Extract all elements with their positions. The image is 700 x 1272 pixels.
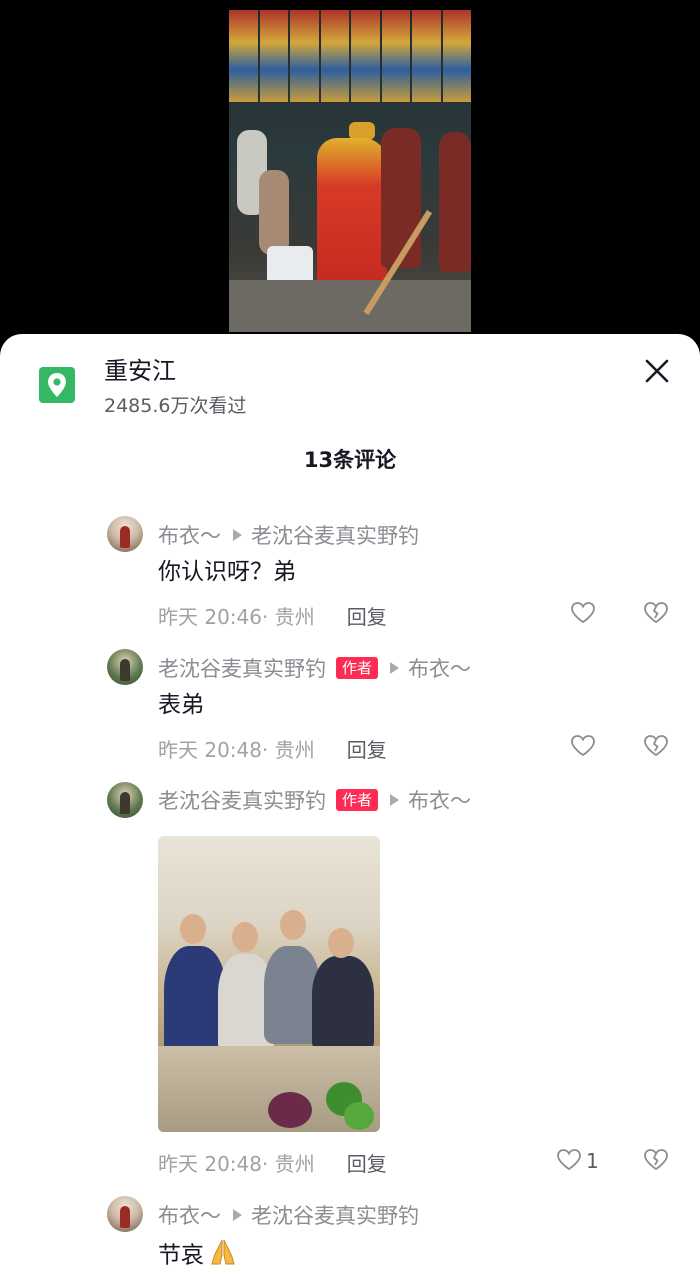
photo-person [312,956,374,1052]
comment-meta: 老沈谷麦真实野钓 作者 布衣～ [158,785,471,815]
author-badge: 作者 [336,789,379,811]
comment-username[interactable]: 布衣～ [158,1200,221,1230]
reply-target-username[interactable]: 老沈谷麦真实野钓 [251,520,419,550]
like-heart-icon[interactable] [568,732,598,760]
comment-time-location: 昨天 20:46· 贵州 [158,604,315,629]
reply-target-username[interactable]: 布衣～ [408,785,471,815]
comment-text: 你认识呀？弟 [158,559,296,585]
comment-time-location: 昨天 20:48· 贵州 [158,1151,315,1176]
avatar[interactable] [107,1196,143,1232]
comment-text: 节哀 [158,1242,204,1269]
comment-username[interactable]: 布衣～ [158,520,221,550]
reply-arrow-icon [233,529,242,541]
reply-arrow-icon [390,662,400,674]
like-heart-icon[interactable] [554,1146,584,1174]
like-heart-icon[interactable] [568,599,598,627]
comment-username[interactable]: 老沈谷麦真实野钓 [158,785,326,815]
author-badge: 作者 [336,657,379,679]
reply-target-username[interactable]: 老沈谷麦真实野钓 [251,1200,419,1230]
comment-footer: 昨天 20:48· 贵州 回复 [158,733,387,763]
comment-footer: 昨天 20:48· 贵州 回复 [158,1147,387,1177]
comment-footer: 昨天 20:46· 贵州 回复 [158,600,387,630]
reply-arrow-icon [233,1209,242,1221]
location-pin-icon[interactable] [39,367,75,403]
comment-text: 表弟 [158,692,204,718]
comment-username[interactable]: 老沈谷麦真实野钓 [158,653,326,683]
comment-image[interactable] [158,836,380,1132]
location-name[interactable]: 重安江 [104,356,176,386]
reply-target-username[interactable]: 布衣～ [408,653,471,683]
reply-arrow-icon [390,794,400,806]
video-player[interactable] [0,0,700,340]
comment-meta: 布衣～ 老沈谷麦真实野钓 [158,520,419,550]
avatar[interactable] [107,649,143,685]
dislike-broken-heart-icon[interactable] [641,599,671,627]
location-view-count: 2485.6万次看过 [104,395,247,417]
avatar[interactable] [107,782,143,818]
close-icon[interactable] [640,354,674,388]
photo-person [164,946,226,1056]
video-frame [229,10,471,332]
dislike-broken-heart-icon[interactable] [641,732,671,760]
like-count: 1 [586,1149,599,1173]
comment-time-location: 昨天 20:48· 贵州 [158,737,315,762]
monk-figure [381,128,421,268]
comment-sheet: 重安江 2485.6万次看过 13条评论 布衣～ 老沈谷麦真实野钓 你认识呀？弟… [0,334,700,1272]
comment-meta: 老沈谷麦真实野钓 作者 布衣～ [158,653,471,683]
red-robe-figure [317,138,387,298]
reply-button[interactable]: 回复 [347,1148,387,1177]
comment-meta: 布衣～ 老沈谷麦真实野钓 [158,1200,419,1230]
reply-button[interactable]: 回复 [347,734,387,763]
temple-banners [229,10,471,102]
monk-figure [439,132,471,272]
dislike-broken-heart-icon[interactable] [641,1146,671,1174]
person-seated [259,170,289,255]
praying-hands-icon [208,1237,238,1272]
reply-button[interactable]: 回复 [347,601,387,630]
avatar[interactable] [107,516,143,552]
comment-count-title: 13条评论 [303,448,397,472]
comment-text-row: 节哀 [158,1237,238,1272]
stone-ground [229,280,471,332]
